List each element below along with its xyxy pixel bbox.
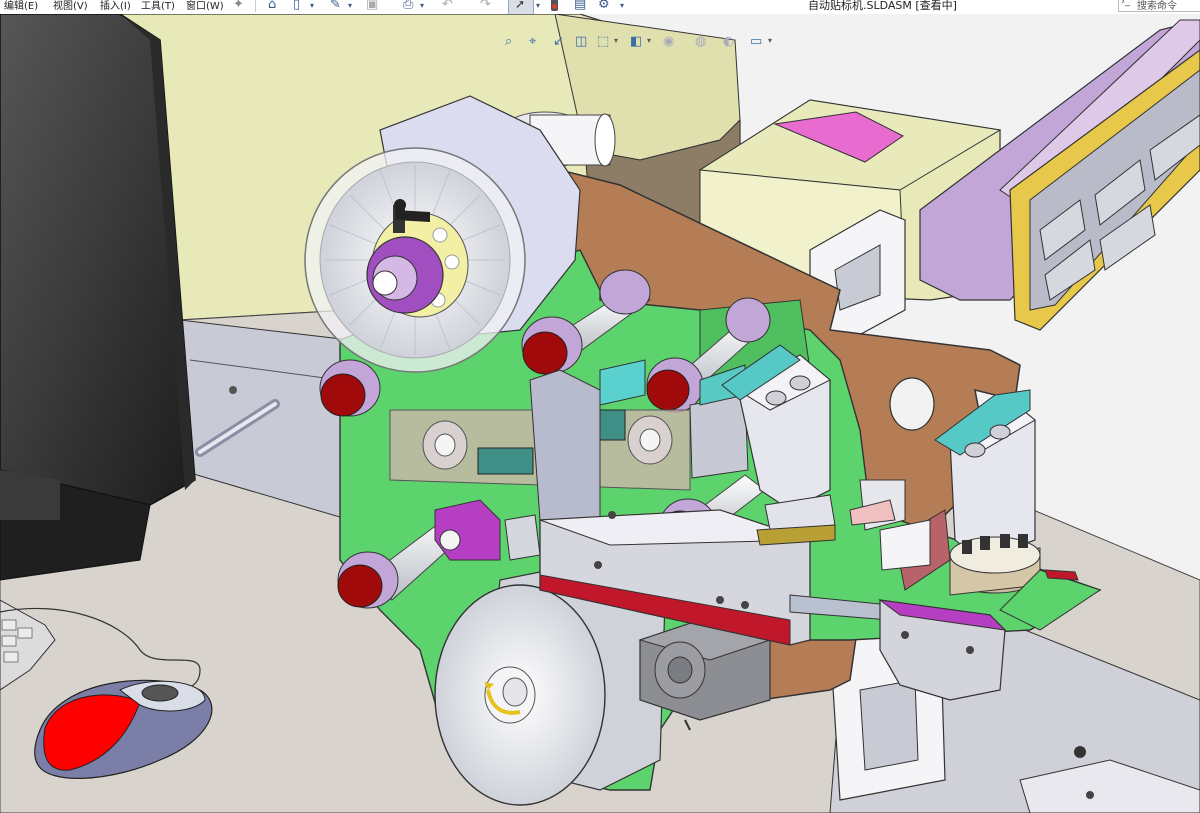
search-commands-icon: ›_ (1121, 0, 1130, 7)
new-dropdown-icon[interactable]: ▾ (310, 1, 314, 10)
menu-tools[interactable]: 工具(T) (141, 0, 175, 12)
menu-view[interactable]: 视图(V) (53, 0, 88, 12)
menu-edit[interactable]: 编辑(E) (4, 0, 38, 12)
undo-icon[interactable]: ↶ (442, 0, 453, 12)
redo-icon[interactable]: ↷ (480, 0, 491, 12)
menu-window[interactable]: 窗口(W) (186, 0, 224, 12)
select-dropdown-icon[interactable]: ▾ (536, 1, 540, 10)
edit-appearance-icon[interactable]: ◍ (695, 34, 706, 49)
home-icon[interactable]: ⌂ (268, 0, 276, 12)
options-gear-icon[interactable]: ⚙ (598, 0, 610, 12)
search-commands-input[interactable]: 搜索命令 (1137, 0, 1177, 12)
print-dropdown-icon[interactable]: ▾ (420, 1, 424, 10)
select-button[interactable]: ➚ (508, 0, 534, 15)
menu-insert[interactable]: 插入(I) (100, 0, 131, 12)
display-style-icon[interactable]: ◧ (630, 34, 642, 49)
previous-view-icon[interactable]: ↙ (553, 34, 564, 49)
assembly-model (0, 14, 1200, 813)
view-settings-icon[interactable]: ▭ (750, 34, 762, 49)
view-orientation-dropdown-icon[interactable]: ▾ (614, 36, 618, 45)
title-bar: 编辑(E) 视图(V) 插入(I) 工具(T) 窗口(W) ✦ ⌂ ▯ ▾ ✎ … (0, 0, 1200, 15)
hide-show-icon[interactable]: ◉ (663, 34, 674, 49)
select-cursor-icon: ➚ (515, 0, 526, 11)
zoom-to-fit-icon[interactable]: ⌕ (505, 34, 512, 49)
zoom-area-icon[interactable]: ⌖ (529, 34, 536, 49)
view-orientation-icon[interactable]: ⬚ (597, 34, 609, 49)
view-settings-dropdown-icon[interactable]: ▾ (768, 36, 772, 45)
new-document-icon[interactable]: ▯ (293, 0, 300, 12)
save-icon[interactable]: ▣ (366, 0, 378, 12)
section-view-icon[interactable]: ◫ (575, 34, 587, 49)
graphics-area[interactable]: ⌕ ⌖ ↙ ◫ ⬚ ▾ ◧ ▾ ◉ ◍ ◐ ▭ ▾ (0, 14, 1200, 813)
print-icon[interactable]: ⎙ (403, 0, 413, 12)
window-title: 自动贴标机.SLDASM [查看中] (808, 0, 957, 12)
apply-scene-icon[interactable]: ◐ (723, 34, 734, 49)
search-commands-box[interactable]: ›_ 搜索命令 (1118, 0, 1200, 12)
traffic-light-icon[interactable] (551, 0, 558, 11)
file-properties-icon[interactable]: ▤ (574, 0, 586, 12)
pin-icon[interactable]: ✦ (233, 0, 244, 12)
display-style-dropdown-icon[interactable]: ▾ (647, 36, 651, 45)
options-dropdown-icon[interactable]: ▾ (620, 1, 624, 10)
open-dropdown-icon[interactable]: ▾ (348, 1, 352, 10)
open-icon[interactable]: ✎ (330, 0, 341, 12)
